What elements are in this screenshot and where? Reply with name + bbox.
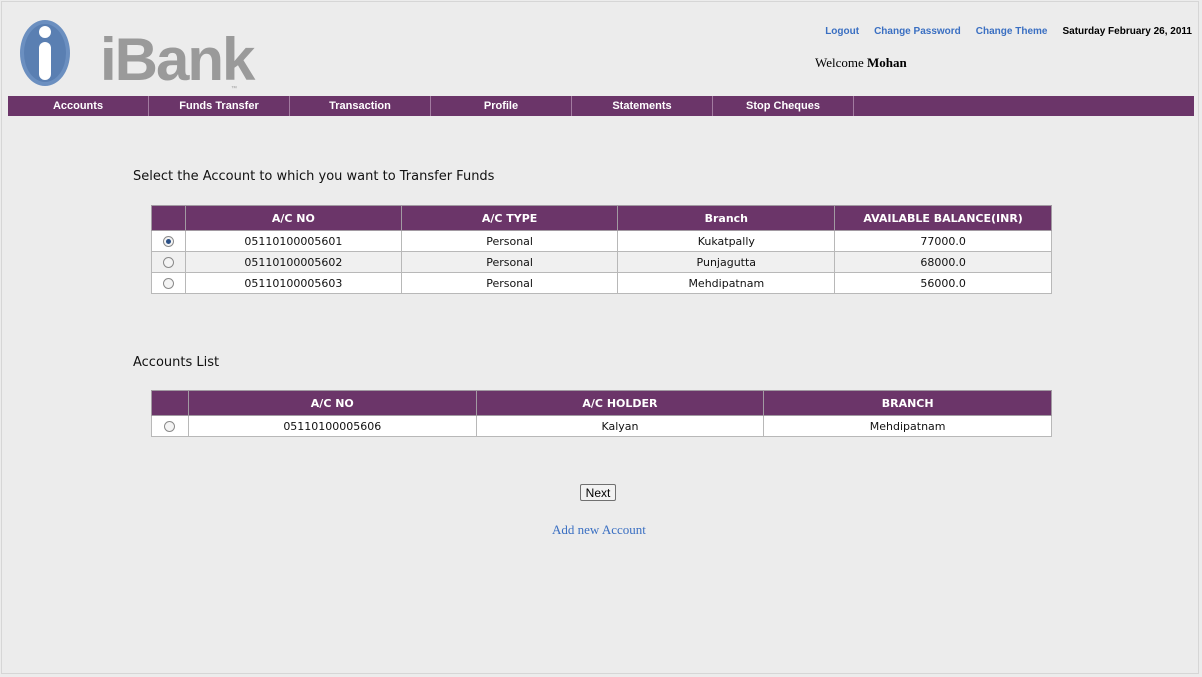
balance-cell: 56000.0 [834,272,1052,294]
row-select-cell [151,272,186,294]
ac-no-cell: 05110100005601 [184,230,402,252]
account-radio-button[interactable] [162,236,174,247]
column-header-balance: AVAILABLE BALANCE(INR) [834,205,1052,231]
table-row[interactable]: 05110100005601 Personal Kukatpally 77000… [151,230,1052,252]
nav-accounts[interactable]: Accounts [8,96,149,116]
select-column-header [151,205,186,231]
logout-link[interactable]: Logout [825,26,859,37]
nav-funds-transfer[interactable]: Funds Transfer [149,96,290,116]
ac-type-cell: Personal [400,251,619,273]
balance-cell: 68000.0 [834,251,1052,273]
accounts-list-title: Accounts List [133,355,220,370]
column-header-ac-no: A/C NO [187,390,477,416]
table-row[interactable]: 05110100005603 Personal Mehdipatnam 5600… [151,272,1052,294]
select-column-header [151,390,189,416]
table-header-row: A/C NO A/C TYPE Branch AVAILABLE BALANCE… [151,205,1052,231]
ac-no-cell: 05110100005606 [187,415,477,437]
ac-type-cell: Personal [400,272,619,294]
row-select-cell [151,230,186,252]
ac-no-cell: 05110100005602 [184,251,402,273]
logo-text: iBank [100,26,255,93]
current-date: Saturday February 26, 2011 [1062,26,1192,37]
table-header-row: A/C NO A/C HOLDER BRANCH [151,390,1052,416]
ac-holder-cell: Kalyan [475,415,765,437]
column-header-ac-no: A/C NO [184,205,402,231]
welcome-message: Welcome Mohan [815,55,907,71]
table-row[interactable]: 05110100005602 Personal Punjagutta 68000… [151,251,1052,273]
branch-cell: Mehdipatnam [617,272,836,294]
branch-cell: Kukatpally [617,230,836,252]
change-password-link[interactable]: Change Password [874,26,961,37]
change-theme-link[interactable]: Change Theme [976,26,1048,37]
account-radio-button[interactable] [162,278,174,289]
accounts-list-table: A/C NO A/C HOLDER BRANCH 05110100005606 … [151,390,1052,437]
welcome-label: Welcome [815,55,864,70]
nav-profile[interactable]: Profile [431,96,572,116]
transfer-section-title: Select the Account to which you want to … [133,169,495,184]
table-row[interactable]: 05110100005606 Kalyan Mehdipatnam [151,415,1052,437]
nav-stop-cheques[interactable]: Stop Cheques [713,96,854,116]
logo-trademark: ™ [231,86,237,92]
main-nav: Accounts Funds Transfer Transaction Prof… [8,96,1194,116]
add-new-account-link[interactable]: Add new Account [552,522,646,538]
row-select-cell [151,415,189,437]
user-name: Mohan [867,55,907,70]
top-links: Logout Change Password Change Theme Satu… [825,26,1192,37]
next-button[interactable]: Next [580,484,616,501]
column-header-branch: Branch [617,205,836,231]
branch-cell: Punjagutta [617,251,836,273]
balance-cell: 77000.0 [834,230,1052,252]
ibank-logo: iBank ™ [18,18,255,92]
nav-statements[interactable]: Statements [572,96,713,116]
transfer-accounts-table: A/C NO A/C TYPE Branch AVAILABLE BALANCE… [151,205,1052,294]
branch-cell: Mehdipatnam [763,415,1052,437]
column-header-ac-holder: A/C HOLDER [475,390,765,416]
row-select-cell [151,251,186,273]
account-radio-button[interactable] [164,421,176,432]
ac-type-cell: Personal [400,230,619,252]
account-radio-button[interactable] [162,257,174,268]
column-header-ac-type: A/C TYPE [400,205,619,231]
ac-no-cell: 05110100005603 [184,272,402,294]
ibank-logo-icon [20,20,70,86]
nav-transaction[interactable]: Transaction [290,96,431,116]
column-header-branch: BRANCH [763,390,1052,416]
